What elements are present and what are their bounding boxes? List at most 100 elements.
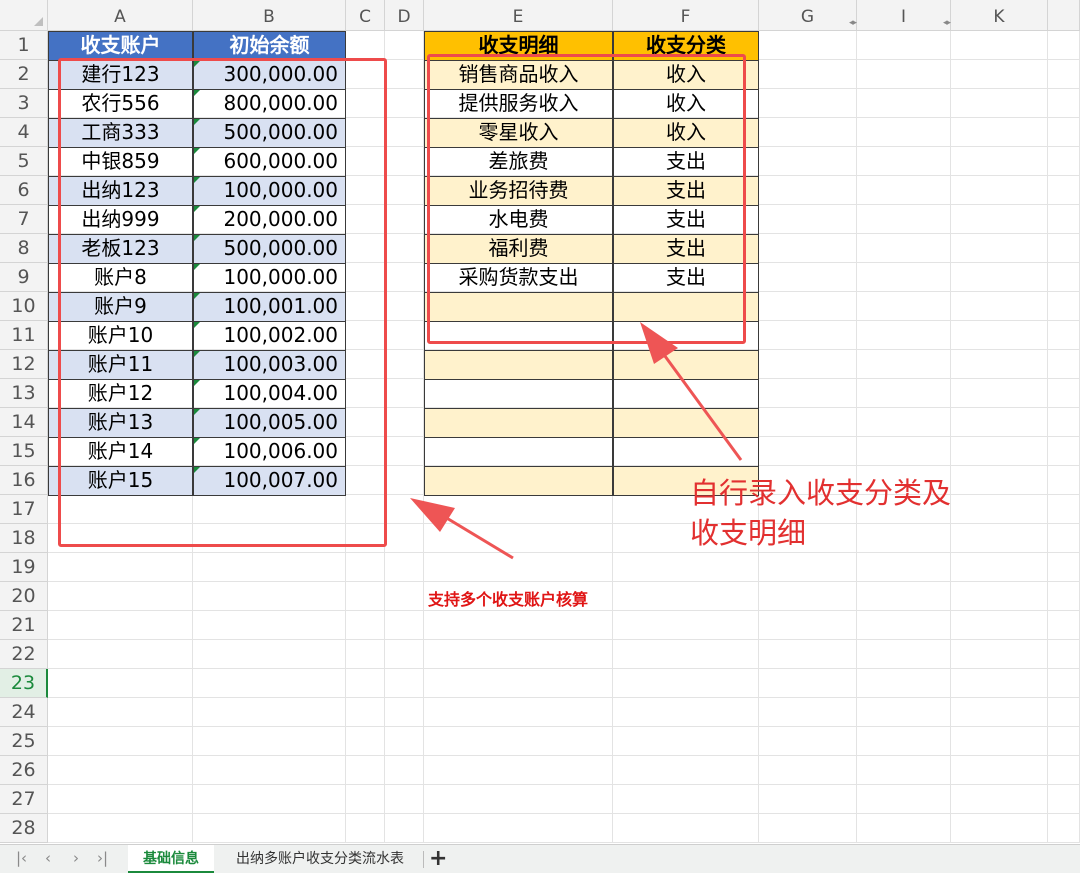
grid-cell[interactable]: [424, 495, 613, 524]
sheet-tab-basic-info[interactable]: 基础信息: [128, 845, 214, 873]
grid-cell[interactable]: [759, 31, 857, 60]
category-detail-cell[interactable]: [424, 437, 613, 467]
grid-cell[interactable]: [759, 582, 857, 611]
grid-cell[interactable]: [759, 234, 857, 263]
grid-cell[interactable]: [613, 756, 759, 785]
row-header-3[interactable]: 3: [0, 89, 48, 118]
row-header-12[interactable]: 12: [0, 350, 48, 379]
grid-cell[interactable]: [346, 727, 385, 756]
grid-cell[interactable]: [1048, 321, 1080, 350]
grid-cell[interactable]: [193, 785, 346, 814]
grid-cell[interactable]: [857, 408, 951, 437]
grid-cell[interactable]: [857, 756, 951, 785]
grid-cell[interactable]: [759, 118, 857, 147]
row-header-11[interactable]: 11: [0, 321, 48, 350]
grid-cell[interactable]: [759, 292, 857, 321]
column-header-k[interactable]: K: [951, 0, 1048, 30]
grid-cell[interactable]: [857, 350, 951, 379]
grid-cell[interactable]: [759, 176, 857, 205]
grid-cell[interactable]: [951, 437, 1048, 466]
grid-cell[interactable]: [951, 698, 1048, 727]
grid-cell[interactable]: [385, 814, 424, 843]
row-header-21[interactable]: 21: [0, 611, 48, 640]
grid-cell[interactable]: [613, 785, 759, 814]
grid-cell[interactable]: [385, 553, 424, 582]
grid-cell[interactable]: [193, 611, 346, 640]
grid-cell[interactable]: [1048, 727, 1080, 756]
grid-cell[interactable]: [857, 60, 951, 89]
grid-cell[interactable]: [759, 437, 857, 466]
grid-cell[interactable]: [48, 727, 193, 756]
grid-cell[interactable]: [346, 31, 385, 60]
grid-cell[interactable]: [951, 263, 1048, 292]
grid-cell[interactable]: [759, 321, 857, 350]
grid-cell[interactable]: [48, 640, 193, 669]
grid-cell[interactable]: [385, 437, 424, 466]
grid-cell[interactable]: [193, 814, 346, 843]
grid-cell[interactable]: [857, 321, 951, 350]
grid-cell[interactable]: [857, 698, 951, 727]
grid-cell[interactable]: [613, 640, 759, 669]
grid-cell[interactable]: [857, 727, 951, 756]
grid-cell[interactable]: [424, 814, 613, 843]
row-header-26[interactable]: 26: [0, 756, 48, 785]
grid-cell[interactable]: [857, 437, 951, 466]
grid-cell[interactable]: [1048, 437, 1080, 466]
grid-cell[interactable]: [857, 582, 951, 611]
grid-cell[interactable]: [857, 611, 951, 640]
grid-cell[interactable]: [613, 727, 759, 756]
grid-cell[interactable]: [759, 147, 857, 176]
row-header-28[interactable]: 28: [0, 814, 48, 843]
grid-cell[interactable]: [1048, 785, 1080, 814]
grid-cell[interactable]: [613, 611, 759, 640]
grid-cell[interactable]: [1048, 582, 1080, 611]
grid-cell[interactable]: [424, 698, 613, 727]
sheet-tab-cash-flow[interactable]: 出纳多账户收支分类流水表: [222, 845, 418, 873]
row-header-19[interactable]: 19: [0, 553, 48, 582]
grid-cell[interactable]: [48, 582, 193, 611]
row-header-15[interactable]: 15: [0, 437, 48, 466]
grid-cell[interactable]: [385, 292, 424, 321]
column-header-a[interactable]: A: [48, 0, 193, 30]
grid-cell[interactable]: [951, 669, 1048, 698]
category-detail-cell[interactable]: [424, 379, 613, 409]
grid-cell[interactable]: [1048, 814, 1080, 843]
column-header-g[interactable]: G: [759, 0, 857, 30]
grid-cell[interactable]: [857, 118, 951, 147]
grid-cell[interactable]: [385, 176, 424, 205]
grid-cell[interactable]: [193, 669, 346, 698]
category-type-cell[interactable]: [613, 437, 759, 467]
grid-cell[interactable]: [951, 176, 1048, 205]
grid-cell[interactable]: [385, 60, 424, 89]
grid-cell[interactable]: [385, 118, 424, 147]
grid-cell[interactable]: [951, 379, 1048, 408]
prev-sheet-icon[interactable]: ‹: [45, 849, 51, 867]
grid-cell[interactable]: [857, 785, 951, 814]
grid-cell[interactable]: [1048, 205, 1080, 234]
column-header-f[interactable]: F: [613, 0, 759, 30]
grid-cell[interactable]: [346, 669, 385, 698]
row-header-24[interactable]: 24: [0, 698, 48, 727]
grid-cell[interactable]: [951, 408, 1048, 437]
grid-cell[interactable]: [951, 814, 1048, 843]
grid-cell[interactable]: [857, 176, 951, 205]
row-header-25[interactable]: 25: [0, 727, 48, 756]
grid-cell[interactable]: [385, 205, 424, 234]
grid-cell[interactable]: [346, 553, 385, 582]
row-header-13[interactable]: 13: [0, 379, 48, 408]
row-header-4[interactable]: 4: [0, 118, 48, 147]
grid-cell[interactable]: [857, 814, 951, 843]
grid-cell[interactable]: [951, 60, 1048, 89]
grid-cell[interactable]: [385, 698, 424, 727]
category-detail-cell[interactable]: [424, 350, 613, 380]
grid-cell[interactable]: [759, 611, 857, 640]
grid-cell[interactable]: [424, 669, 613, 698]
grid-cell[interactable]: [385, 611, 424, 640]
grid-cell[interactable]: [857, 640, 951, 669]
grid-cell[interactable]: [759, 785, 857, 814]
select-all-corner[interactable]: [0, 0, 48, 31]
grid-cell[interactable]: [48, 814, 193, 843]
grid-cell[interactable]: [759, 350, 857, 379]
grid-cell[interactable]: [424, 727, 613, 756]
grid-cell[interactable]: [346, 611, 385, 640]
